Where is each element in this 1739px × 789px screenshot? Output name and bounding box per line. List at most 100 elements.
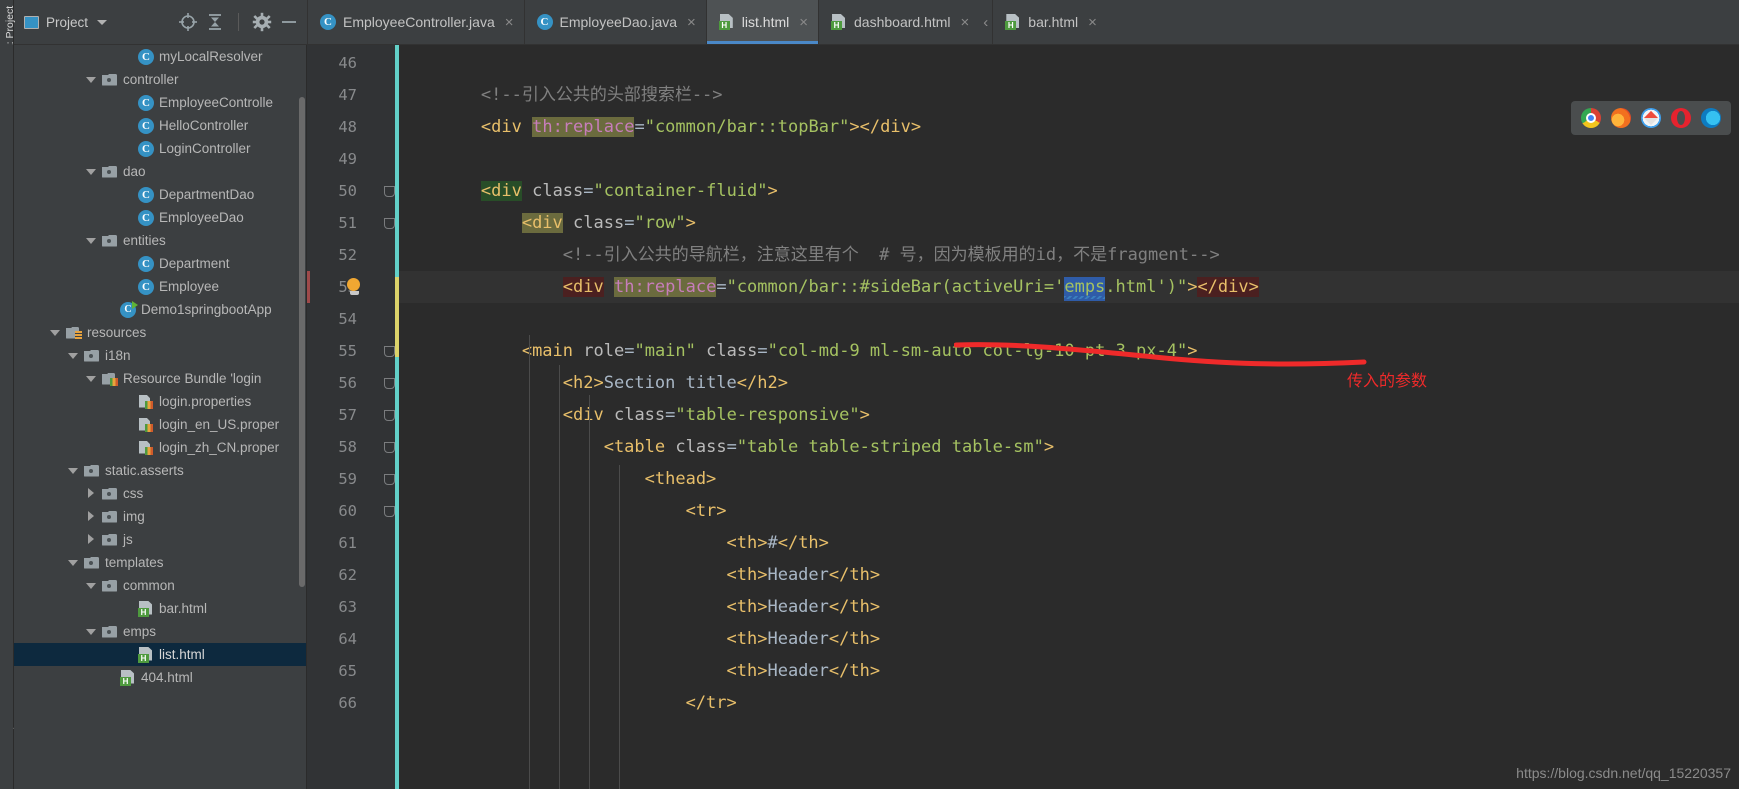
tree-node-resources[interactable]: resources [14,321,306,344]
fold-marker-icon[interactable] [384,218,395,229]
tree-node-employeecontrolle[interactable]: C EmployeeControlle [14,91,306,114]
tree-node-static-asserts[interactable]: static.asserts [14,459,306,482]
properties-file-icon [138,440,154,456]
minimize-icon[interactable] [279,12,299,32]
code-line-53[interactable]: <div th:replace="common/bar::#sideBar(ac… [399,271,1739,303]
tab-overflow-left-icon[interactable]: ‹ [979,0,992,44]
intention-bulb-icon[interactable] [347,278,362,295]
chevron-down-icon[interactable] [86,373,97,384]
tree-node-controller[interactable]: controller [14,68,306,91]
close-icon[interactable]: × [799,15,808,30]
chevron-down-icon[interactable] [68,465,79,476]
tree-node-logincontroller[interactable]: C LoginController [14,137,306,160]
chrome-icon[interactable] [1581,108,1601,128]
chevron-down-icon[interactable] [86,580,97,591]
code-editor[interactable]: 4647484950515253545556575859606162636465… [307,45,1739,789]
chevron-right-icon[interactable] [86,534,97,545]
chevron-down-icon[interactable] [86,166,97,177]
tree-node-emps[interactable]: emps [14,620,306,643]
close-icon[interactable]: × [505,15,514,30]
code-folding-column[interactable] [383,45,395,789]
fold-marker-icon[interactable] [384,474,395,485]
code-text-area[interactable]: <!--引入公共的头部搜索栏--> <div th:replace="commo… [399,45,1739,789]
tree-node-entities[interactable]: entities [14,229,306,252]
browser-launcher-popup[interactable] [1571,101,1731,135]
tree-node-demo1springbootapp[interactable]: C Demo1springbootApp [14,298,306,321]
code-line-64[interactable]: <th>Header</th> [399,623,881,655]
opera-icon[interactable] [1671,108,1691,128]
collapse-all-icon[interactable] [205,12,225,32]
tree-node-hellocontroller[interactable]: C HelloController [14,114,306,137]
chevron-down-icon[interactable] [86,74,97,85]
editor-gutter[interactable]: 4647484950515253545556575859606162636465… [307,45,383,789]
tree-node-login-properties[interactable]: login.properties [14,390,306,413]
tree-node-common[interactable]: common [14,574,306,597]
editor-tab-1[interactable]: C EmployeeDao.java × [523,0,706,44]
code-line-57[interactable]: <div class="table-responsive"> [399,399,870,431]
project-tree-scrollbar[interactable] [299,97,305,587]
tree-node-employeedao[interactable]: C EmployeeDao [14,206,306,229]
tree-node-department[interactable]: C Department [14,252,306,275]
tree-node-mylocalresolver[interactable]: CmyLocalResolver [14,45,306,68]
chevron-down-icon[interactable] [50,327,61,338]
close-icon[interactable]: × [961,15,970,30]
tree-node-dao[interactable]: dao [14,160,306,183]
chevron-right-icon[interactable] [86,488,97,499]
fold-marker-icon[interactable] [384,442,395,453]
code-line-50[interactable]: <div class="container-fluid"> [399,175,778,207]
tree-node-404-html[interactable]: 404.html [14,666,306,689]
chevron-down-icon[interactable] [68,350,79,361]
close-icon[interactable]: × [687,15,696,30]
code-line-66[interactable]: </tr> [399,687,737,719]
editor-tab-3[interactable]: dashboard.html × [818,0,979,44]
firefox-icon[interactable] [1611,108,1631,128]
code-line-62[interactable]: <th>Header</th> [399,559,881,591]
chevron-down-icon[interactable] [68,557,79,568]
code-token: <table [603,437,666,457]
code-line-47[interactable]: <!--引入公共的头部搜索栏--> [399,79,723,111]
tree-node-i18n[interactable]: i18n [14,344,306,367]
gear-icon[interactable] [252,12,272,32]
fold-marker-icon[interactable] [384,186,395,197]
chevron-down-icon[interactable] [86,626,97,637]
code-line-52[interactable]: <!--引入公共的导航栏，注意这里有个 # 号，因为模板用的id，不是fragm… [399,239,1220,271]
chevron-down-icon[interactable] [86,235,97,246]
edge-icon[interactable] [1701,108,1721,128]
code-line-48[interactable]: <div th:replace="common/bar::topBar"></d… [399,111,921,143]
project-tree[interactable]: CmyLocalResolver controller C EmployeeContr… [14,45,307,789]
editor-tab-4[interactable]: bar.html × [992,0,1107,44]
code-line-59[interactable]: <thead> [399,463,717,495]
tree-node-templates[interactable]: templates [14,551,306,574]
java-class-icon: C [138,209,154,226]
tree-node-employee[interactable]: C Employee [14,275,306,298]
editor-tab-0[interactable]: C EmployeeController.java × [307,0,524,44]
chevron-right-icon[interactable] [86,511,97,522]
tree-node-js[interactable]: js [14,528,306,551]
tree-node-login-en-us-proper[interactable]: login_en_US.proper [14,413,306,436]
tree-node-departmentdao[interactable]: C DepartmentDao [14,183,306,206]
code-line-61[interactable]: <th>#</th> [399,527,829,559]
code-line-60[interactable]: <tr> [399,495,727,527]
code-line-58[interactable]: <table class="table table-striped table-… [399,431,1054,463]
tree-node-img[interactable]: img [14,505,306,528]
tree-node-bar-html[interactable]: bar.html [14,597,306,620]
code-line-56[interactable]: <h2>Section title</h2> [399,367,788,399]
code-line-55[interactable]: <main role="main" class="col-md-9 ml-sm-… [399,335,1198,367]
chevron-down-icon[interactable] [97,19,108,25]
tree-node-resource-bundle-login[interactable]: Resource Bundle 'login [14,367,306,390]
fold-marker-icon[interactable] [384,346,395,357]
fold-marker-icon[interactable] [384,378,395,389]
code-line-63[interactable]: <th>Header</th> [399,591,881,623]
tree-node-list-html[interactable]: list.html [14,643,306,666]
tree-node-css[interactable]: css [14,482,306,505]
crosshair-target-icon[interactable] [178,12,198,32]
close-icon[interactable]: × [1088,15,1097,30]
code-line-51[interactable]: <div class="row"> [399,207,696,239]
fold-marker-icon[interactable] [384,506,395,517]
code-line-65[interactable]: <th>Header</th> [399,655,881,687]
fold-marker-icon[interactable] [384,410,395,421]
safari-icon[interactable] [1641,108,1661,128]
tree-node-login-zh-cn-proper[interactable]: login_zh_CN.proper [14,436,306,459]
editor-tab-2[interactable]: list.html × [705,0,819,44]
